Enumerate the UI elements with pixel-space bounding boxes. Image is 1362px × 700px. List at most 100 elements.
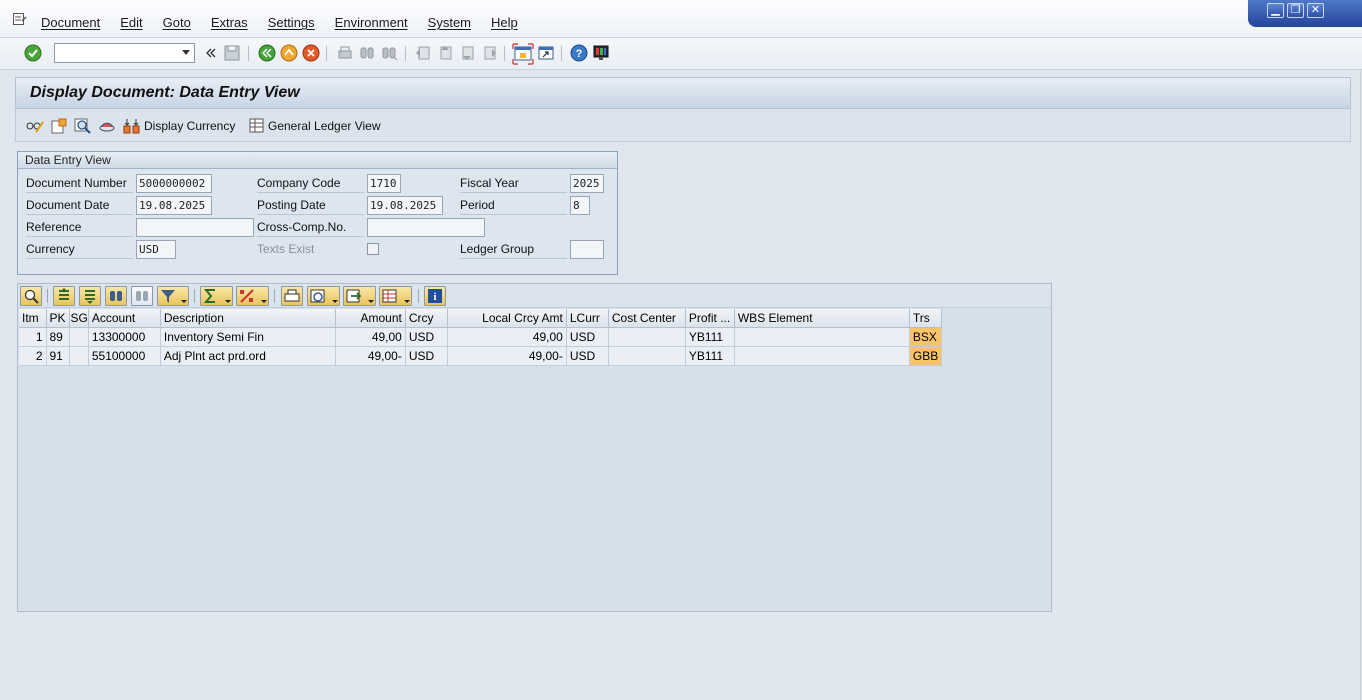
cell-pk[interactable]: 91	[46, 346, 70, 366]
previous-page-icon[interactable]	[436, 44, 454, 62]
chevron-down-icon[interactable]	[182, 50, 190, 55]
menu-edit[interactable]: Edit	[120, 15, 142, 30]
display-currency-button[interactable]: Display Currency	[123, 117, 235, 135]
column-header-pk[interactable]: PK	[46, 309, 70, 328]
menu-settings[interactable]: Settings	[268, 15, 315, 30]
column-header-sg[interactable]: SG	[69, 309, 89, 328]
posting-date-field[interactable]: 19.08.2025	[367, 196, 443, 215]
minimize-button[interactable]: ▁	[1267, 3, 1284, 18]
print-icon[interactable]	[336, 44, 354, 62]
display-change-button[interactable]	[26, 117, 47, 135]
cell-description[interactable]: Adj Plnt act prd.ord	[160, 346, 336, 366]
menu-goto[interactable]: Goto	[163, 15, 191, 30]
views-button[interactable]	[307, 286, 340, 306]
information-button[interactable]: i	[424, 286, 446, 306]
menu-document[interactable]: Document	[41, 15, 100, 30]
cell-trs[interactable]: GBB	[909, 346, 943, 366]
command-field[interactable]	[54, 43, 195, 63]
cell-lcurr[interactable]: USD	[566, 346, 609, 366]
document-number-field[interactable]: 5000000002	[136, 174, 212, 193]
total-button[interactable]	[200, 286, 233, 306]
cell-crcy[interactable]: USD	[405, 327, 448, 347]
menu-environment[interactable]: Environment	[335, 15, 408, 30]
cancel-icon[interactable]	[302, 44, 320, 62]
cell-account[interactable]: 55100000	[88, 346, 161, 366]
layout-icon[interactable]	[592, 44, 610, 62]
export-button[interactable]	[343, 286, 376, 306]
create-session-icon[interactable]	[512, 43, 534, 65]
column-header-local-amount[interactable]: Local Crcy Amt	[447, 309, 567, 328]
column-header-wbs-element[interactable]: WBS Element	[734, 309, 910, 328]
cell-local-amount[interactable]: 49,00	[447, 327, 567, 347]
cell-itm[interactable]: 1	[19, 327, 47, 347]
find-icon[interactable]	[358, 44, 376, 62]
cell-itm[interactable]: 2	[19, 346, 47, 366]
cell-pk[interactable]: 89	[46, 327, 70, 347]
cell-sg[interactable]	[69, 327, 89, 347]
sort-descending-button[interactable]	[79, 286, 101, 306]
shortcut-icon[interactable]	[537, 44, 555, 62]
menu-system[interactable]: System	[428, 15, 471, 30]
cell-amount[interactable]: 49,00-	[335, 346, 406, 366]
column-header-amount[interactable]: Amount	[335, 309, 406, 328]
cell-description[interactable]: Inventory Semi Fin	[160, 327, 336, 347]
cell-profit-center[interactable]: YB111	[685, 327, 735, 347]
cell-sg[interactable]	[69, 346, 89, 366]
chevron-down-icon[interactable]	[181, 300, 187, 303]
details-button[interactable]	[20, 286, 42, 306]
cell-amount[interactable]: 49,00	[335, 327, 406, 347]
help-icon[interactable]: ?	[570, 44, 588, 62]
save-icon[interactable]	[223, 44, 241, 62]
cell-wbs-element[interactable]	[734, 327, 910, 347]
column-header-cost-center[interactable]: Cost Center	[608, 309, 686, 328]
subtotal-button[interactable]	[236, 286, 269, 306]
column-header-crcy[interactable]: Crcy	[405, 309, 448, 328]
close-button[interactable]: ✕	[1307, 3, 1324, 18]
exit-icon[interactable]	[280, 44, 298, 62]
reference-field[interactable]	[136, 218, 254, 237]
last-page-icon[interactable]	[480, 44, 498, 62]
cell-lcurr[interactable]: USD	[566, 327, 609, 347]
find-next-icon[interactable]	[380, 44, 398, 62]
overview-button[interactable]	[74, 117, 95, 135]
services-button[interactable]	[98, 117, 119, 135]
texts-exist-checkbox[interactable]	[367, 243, 379, 255]
fiscal-year-field[interactable]: 2025	[570, 174, 604, 193]
column-header-description[interactable]: Description	[160, 309, 336, 328]
back-icon[interactable]	[258, 44, 276, 62]
table-row[interactable]: 1 89 13300000 Inventory Semi Fin 49,00 U…	[19, 327, 943, 347]
table-row[interactable]: 2 91 55100000 Adj Plnt act prd.ord 49,00…	[19, 346, 943, 366]
general-ledger-view-button[interactable]: General Ledger View	[249, 117, 381, 135]
cell-crcy[interactable]: USD	[405, 346, 448, 366]
menu-help[interactable]: Help	[491, 15, 518, 30]
column-header-trs[interactable]: Trs	[909, 309, 943, 328]
cell-profit-center[interactable]: YB111	[685, 346, 735, 366]
filter-button[interactable]	[157, 286, 189, 306]
next-page-icon[interactable]	[458, 44, 476, 62]
chevron-down-icon[interactable]	[261, 300, 267, 303]
company-code-field[interactable]: 1710	[367, 174, 401, 193]
sort-ascending-button[interactable]	[53, 286, 75, 306]
document-date-field[interactable]: 19.08.2025	[136, 196, 212, 215]
cell-trs[interactable]: BSX	[909, 327, 943, 347]
cell-cost-center[interactable]	[608, 327, 686, 347]
layout-button[interactable]	[379, 286, 412, 306]
first-page-icon[interactable]	[414, 44, 432, 62]
print-preview-button[interactable]	[281, 286, 303, 306]
cell-local-amount[interactable]: 49,00-	[447, 346, 567, 366]
chevron-down-icon[interactable]	[332, 300, 338, 303]
ledger-group-field[interactable]	[570, 240, 604, 259]
chevron-down-icon[interactable]	[368, 300, 374, 303]
chevron-down-icon[interactable]	[404, 300, 410, 303]
cell-cost-center[interactable]	[608, 346, 686, 366]
cell-account[interactable]: 13300000	[88, 327, 161, 347]
column-header-profit-center[interactable]: Profit ...	[685, 309, 735, 328]
column-header-itm[interactable]: Itm	[19, 309, 47, 328]
cross-comp-field[interactable]	[367, 218, 485, 237]
chevron-down-icon[interactable]	[225, 300, 231, 303]
menu-extras[interactable]: Extras	[211, 15, 248, 30]
cell-wbs-element[interactable]	[734, 346, 910, 366]
period-field[interactable]: 8	[570, 196, 590, 215]
back-double-icon[interactable]	[202, 44, 220, 62]
find-next-button[interactable]	[131, 286, 153, 306]
